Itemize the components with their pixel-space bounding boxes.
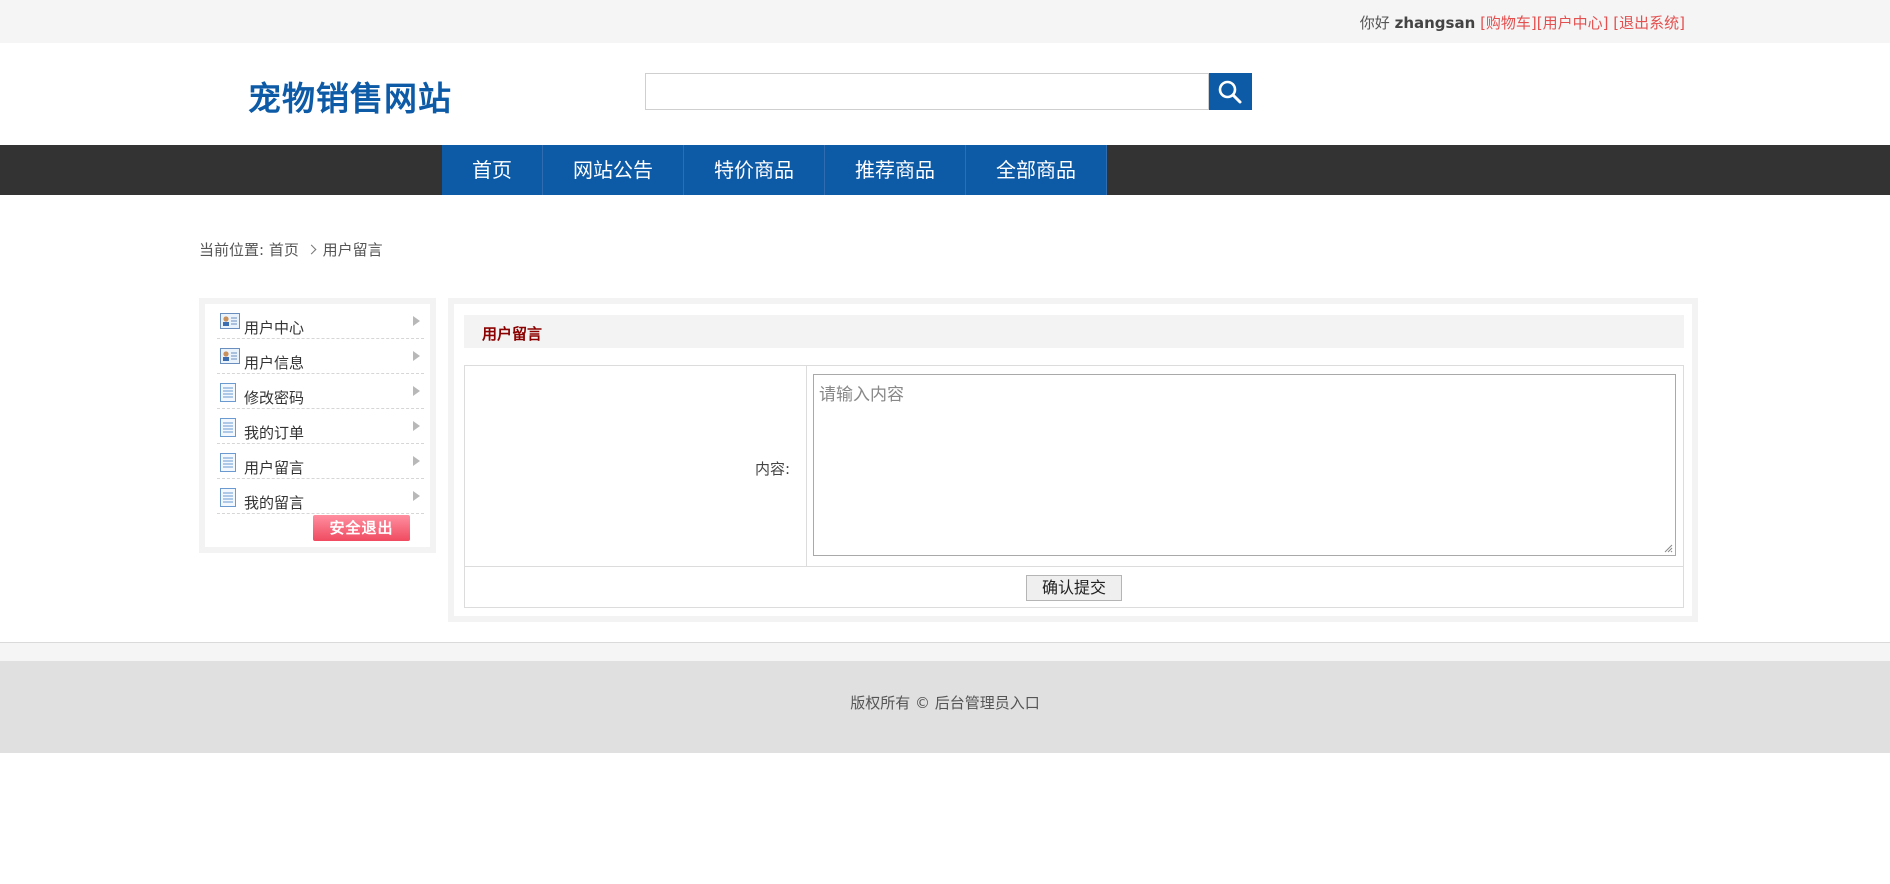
sidebar-item-my-orders[interactable]: 我的订单 xyxy=(217,409,424,444)
arrow-right-icon xyxy=(413,316,420,326)
sidebar-item-label: 我的订单 xyxy=(244,424,305,442)
user-center-link[interactable]: [用户中心] xyxy=(1537,14,1609,32)
sidebar-item-label: 用户信息 xyxy=(244,354,305,372)
main-nav: 首页 网站公告 特价商品 推荐商品 全部商品 xyxy=(0,145,1890,195)
form-row-divider xyxy=(464,566,1684,567)
arrow-right-icon xyxy=(413,456,420,466)
breadcrumb-current: 用户留言 xyxy=(322,241,383,259)
panel-title: 用户留言 xyxy=(482,325,543,343)
footer: 版权所有 © 后台管理员入口 xyxy=(0,661,1890,753)
nav-item-special-offers[interactable]: 特价商品 xyxy=(684,145,825,195)
submit-button[interactable]: 确认提交 xyxy=(1026,575,1122,601)
logout-link[interactable]: [退出系统] xyxy=(1613,14,1685,32)
sidebar-item-user-info[interactable]: 用户信息 xyxy=(217,339,424,374)
form-column-divider xyxy=(806,365,807,567)
document-icon xyxy=(220,418,236,437)
content-label: 内容: xyxy=(755,460,791,478)
sidebar-item-label: 用户留言 xyxy=(244,459,305,477)
sidebar-item-user-center[interactable]: 用户中心 xyxy=(217,304,424,339)
nav-item-home[interactable]: 首页 xyxy=(442,145,543,195)
nav-item-recommended[interactable]: 推荐商品 xyxy=(825,145,966,195)
breadcrumb-chevron-icon xyxy=(306,244,317,255)
admin-login-link[interactable]: 后台管理员入口 xyxy=(935,694,1040,712)
search-input[interactable] xyxy=(645,73,1209,110)
document-icon xyxy=(220,453,236,472)
footer-copyright: 版权所有 © xyxy=(850,694,930,712)
sidebar-item-label: 用户中心 xyxy=(244,319,305,337)
cart-link[interactable]: [购物车] xyxy=(1480,14,1537,32)
search-icon xyxy=(1218,80,1242,104)
content-placeholder: 请输入内容 xyxy=(819,385,904,405)
breadcrumb-prefix: 当前位置: xyxy=(199,241,265,259)
top-bar: 你好 zhangsan [购物车][用户中心] [退出系统] xyxy=(0,0,1890,43)
sidebar-item-label: 我的留言 xyxy=(244,494,305,512)
nav-item-all-products[interactable]: 全部商品 xyxy=(966,145,1107,195)
footer-spacer xyxy=(0,643,1890,661)
content-textarea[interactable]: 请输入内容 xyxy=(813,374,1676,556)
arrow-right-icon xyxy=(413,421,420,431)
id-card-icon xyxy=(220,348,240,364)
safe-logout-button[interactable]: 安全退出 xyxy=(313,515,410,541)
resize-grip-icon[interactable] xyxy=(1663,543,1673,553)
sidebar-item-my-messages[interactable]: 我的留言 xyxy=(217,479,424,514)
username: zhangsan xyxy=(1394,14,1476,32)
id-card-icon xyxy=(220,313,240,329)
arrow-right-icon xyxy=(413,386,420,396)
breadcrumb-home-link[interactable]: 首页 xyxy=(269,241,299,259)
sidebar-item-user-message[interactable]: 用户留言 xyxy=(217,444,424,479)
sidebar-item-label: 修改密码 xyxy=(244,389,305,407)
nav-item-announcements[interactable]: 网站公告 xyxy=(543,145,684,195)
panel-title-bar: 用户留言 xyxy=(464,315,1684,348)
search-button[interactable] xyxy=(1209,73,1252,110)
greeting-text: 你好 xyxy=(1359,14,1390,32)
document-icon xyxy=(220,488,236,507)
document-icon xyxy=(220,383,236,402)
arrow-right-icon xyxy=(413,351,420,361)
arrow-right-icon xyxy=(413,491,420,501)
sidebar-item-change-password[interactable]: 修改密码 xyxy=(217,374,424,409)
user-greeting: 你好 zhangsan [购物车][用户中心] [退出系统] xyxy=(1360,12,1685,33)
breadcrumb: 当前位置: 首页 用户留言 xyxy=(199,239,383,260)
site-logo[interactable]: 宠物销售网站 xyxy=(248,72,452,120)
